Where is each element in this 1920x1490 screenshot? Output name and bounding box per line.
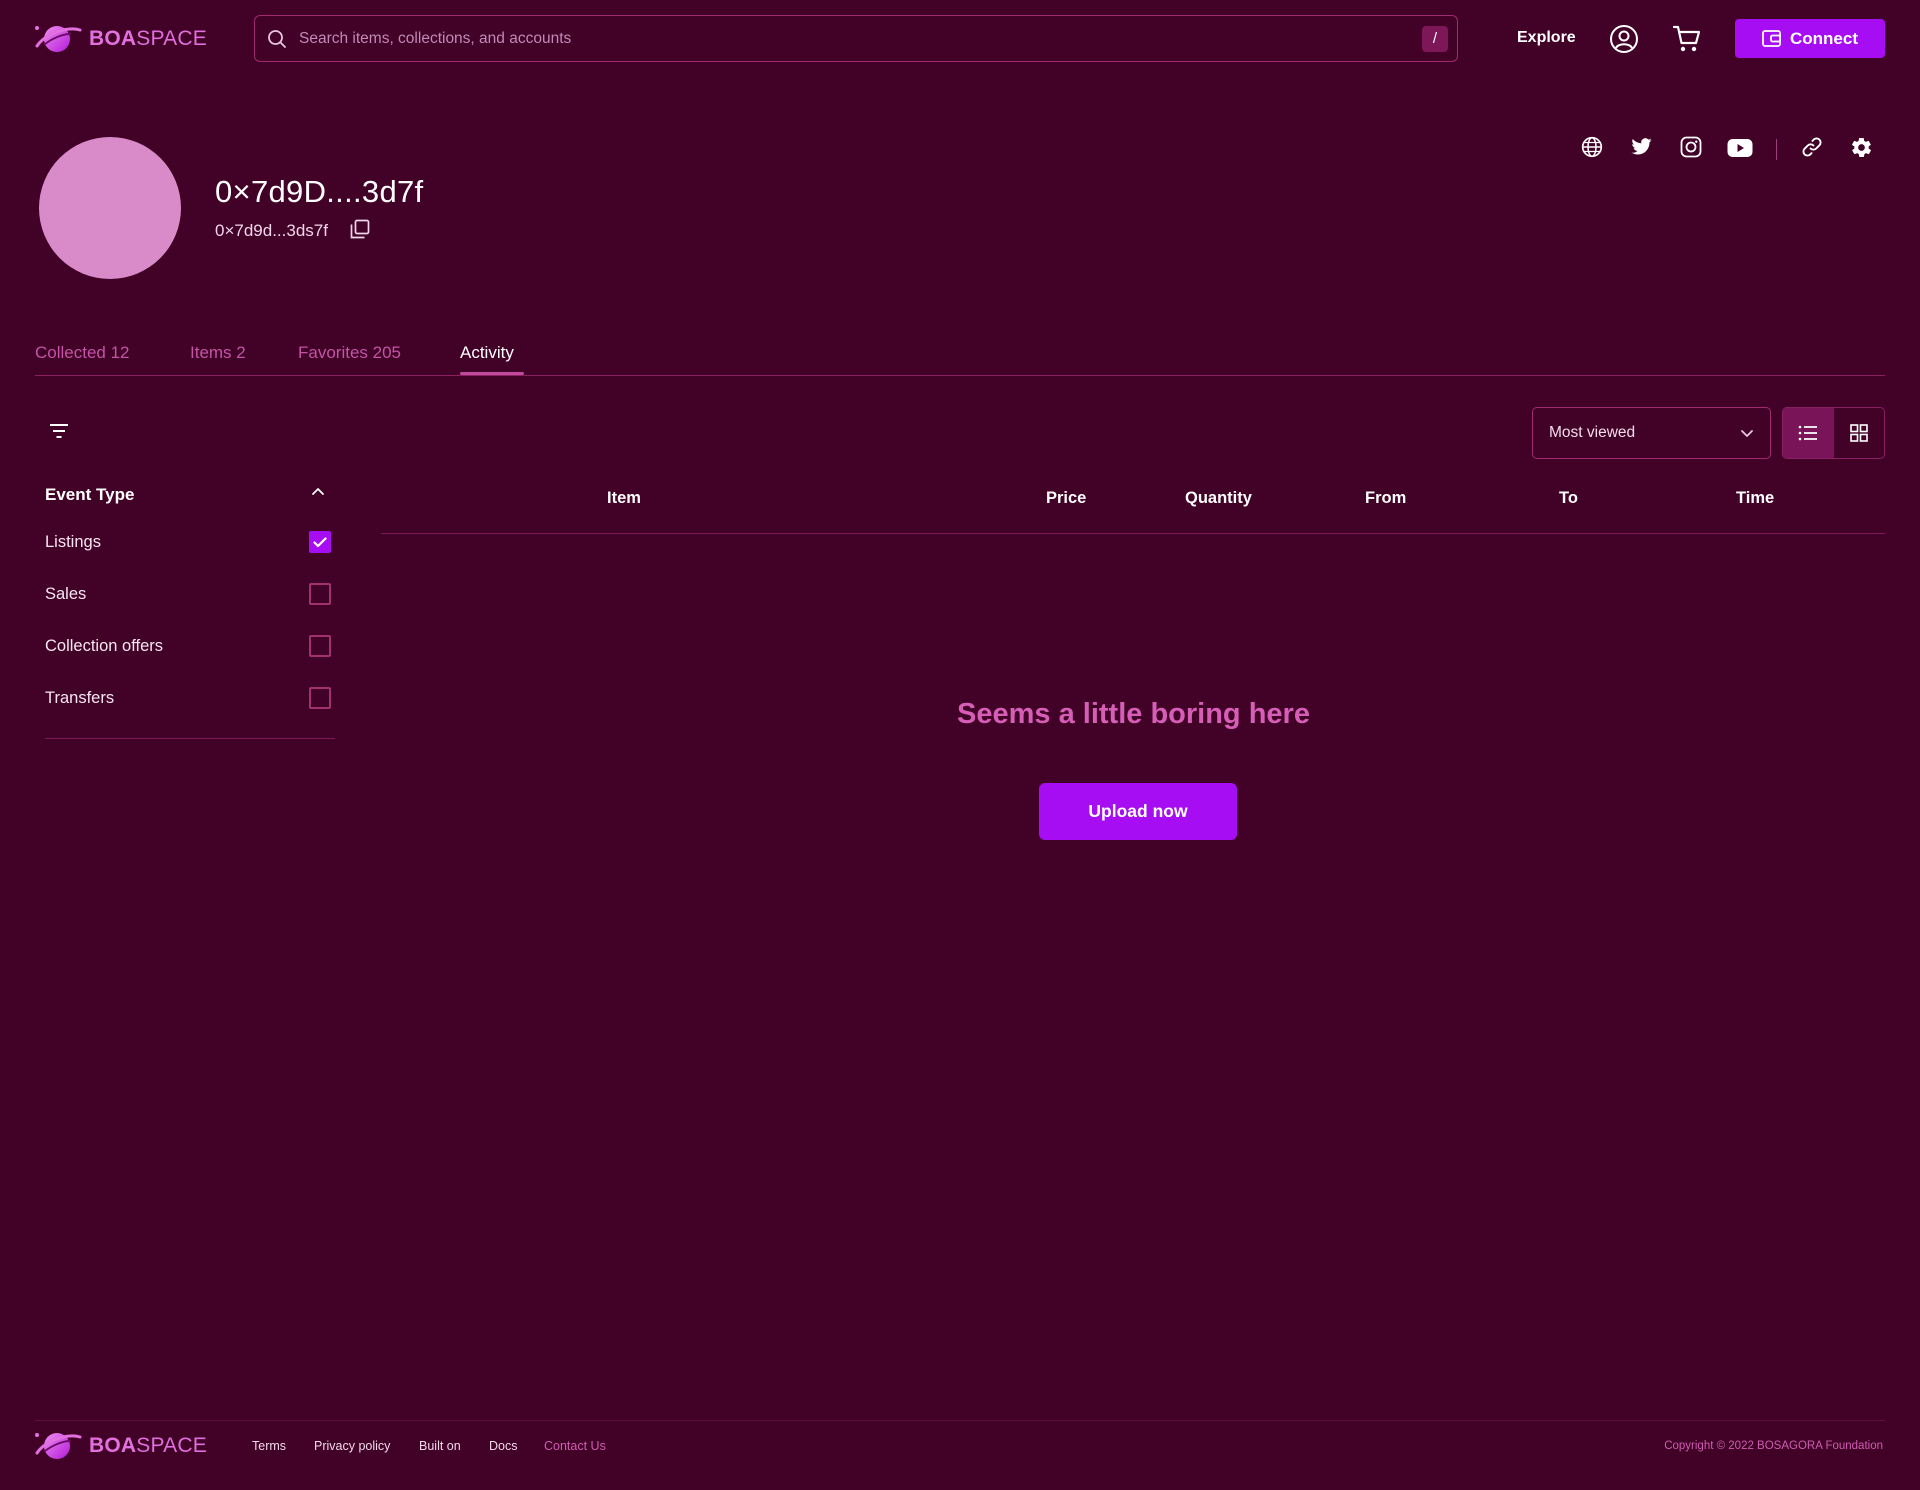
footer-link-terms[interactable]: Terms	[252, 1439, 286, 1453]
grid-icon	[1849, 424, 1868, 442]
active-tab-indicator	[460, 372, 524, 375]
avatar	[39, 137, 181, 279]
filter-label-collection-offers: Collection offers	[45, 637, 164, 655]
table-header-divider	[381, 533, 1885, 534]
tab-items[interactable]: Items 2	[190, 343, 246, 363]
brand-wordmark: BOASPACE	[89, 1434, 207, 1457]
search-icon	[267, 29, 287, 49]
search-shortcut-badge: /	[1422, 25, 1448, 52]
upload-now-button[interactable]: Upload now	[1039, 783, 1237, 840]
connect-label: Connect	[1790, 28, 1858, 48]
search-bar[interactable]: /	[254, 15, 1458, 62]
sort-selected: Most viewed	[1549, 424, 1636, 441]
filter-label-sales: Sales	[45, 585, 87, 603]
filter-icon[interactable]	[48, 422, 70, 440]
tabs-divider	[35, 375, 1885, 376]
instagram-icon[interactable]	[1680, 136, 1702, 158]
filter-label-listings: Listings	[45, 533, 101, 551]
brand-wordmark: BOASPACE	[89, 27, 207, 50]
settings-gear-icon[interactable]	[1850, 136, 1873, 159]
checkmark-icon	[313, 536, 327, 547]
view-toggle	[1782, 407, 1885, 459]
search-input[interactable]	[297, 28, 1422, 49]
planet-logo-icon	[35, 1433, 82, 1459]
tab-activity[interactable]: Activity	[460, 343, 514, 363]
link-icon[interactable]	[1801, 136, 1823, 158]
account-icon[interactable]	[1609, 24, 1639, 54]
footer-link-docs[interactable]: Docs	[489, 1439, 517, 1453]
tab-favorites[interactable]: Favorites 205	[298, 343, 401, 363]
column-header-quantity[interactable]: Quantity	[1185, 489, 1252, 508]
footer-divider	[35, 1420, 1885, 1421]
footer-copyright: Copyright © 2022 BOSAGORA Foundation	[1664, 1440, 1883, 1452]
explore-link[interactable]: Explore	[1517, 29, 1576, 47]
profile-address: 0×7d9d...3ds7f	[215, 221, 328, 240]
footer-link-contact-us[interactable]: Contact Us	[544, 1439, 606, 1453]
column-header-to[interactable]: To	[1559, 489, 1578, 508]
list-icon	[1798, 425, 1818, 441]
brand-logo[interactable]: BOASPACE	[33, 20, 207, 58]
sidebar-divider	[45, 738, 335, 739]
filter-label-transfers: Transfers	[45, 689, 115, 707]
column-header-time[interactable]: Time	[1736, 489, 1774, 508]
profile-name: 0×7d9D....3d7f	[215, 174, 424, 209]
sort-dropdown[interactable]: Most viewed	[1532, 407, 1771, 459]
filter-checkbox-sales[interactable]	[309, 583, 331, 605]
copy-icon[interactable]	[350, 219, 370, 239]
connect-wallet-button[interactable]: Connect	[1735, 19, 1885, 58]
website-icon[interactable]	[1581, 136, 1603, 158]
cart-icon[interactable]	[1672, 24, 1702, 54]
footer-brand-logo[interactable]: BOASPACE	[33, 1427, 207, 1465]
list-view-button[interactable]	[1783, 408, 1834, 458]
grid-view-button[interactable]	[1834, 408, 1885, 458]
column-header-from[interactable]: From	[1365, 489, 1406, 508]
planet-logo-icon	[35, 26, 82, 52]
twitter-icon[interactable]	[1630, 136, 1653, 158]
filter-checkbox-collection-offers[interactable]	[309, 635, 331, 657]
tab-collected[interactable]: Collected 12	[35, 343, 130, 363]
column-header-item[interactable]: Item	[607, 489, 641, 508]
footer-link-privacy-policy[interactable]: Privacy policy	[314, 1439, 390, 1453]
chevron-down-icon	[1740, 429, 1754, 438]
filter-checkbox-listings[interactable]	[309, 531, 331, 553]
filter-checkbox-transfers[interactable]	[309, 687, 331, 709]
empty-state-message: Seems a little boring here	[957, 698, 1310, 730]
chevron-up-icon[interactable]	[311, 487, 325, 496]
event-type-heading: Event Type	[45, 485, 135, 504]
wallet-icon	[1762, 30, 1781, 47]
youtube-icon[interactable]	[1727, 138, 1753, 158]
column-header-price[interactable]: Price	[1046, 489, 1086, 508]
social-divider	[1776, 139, 1777, 160]
footer-link-built-on[interactable]: Built on	[419, 1439, 461, 1453]
